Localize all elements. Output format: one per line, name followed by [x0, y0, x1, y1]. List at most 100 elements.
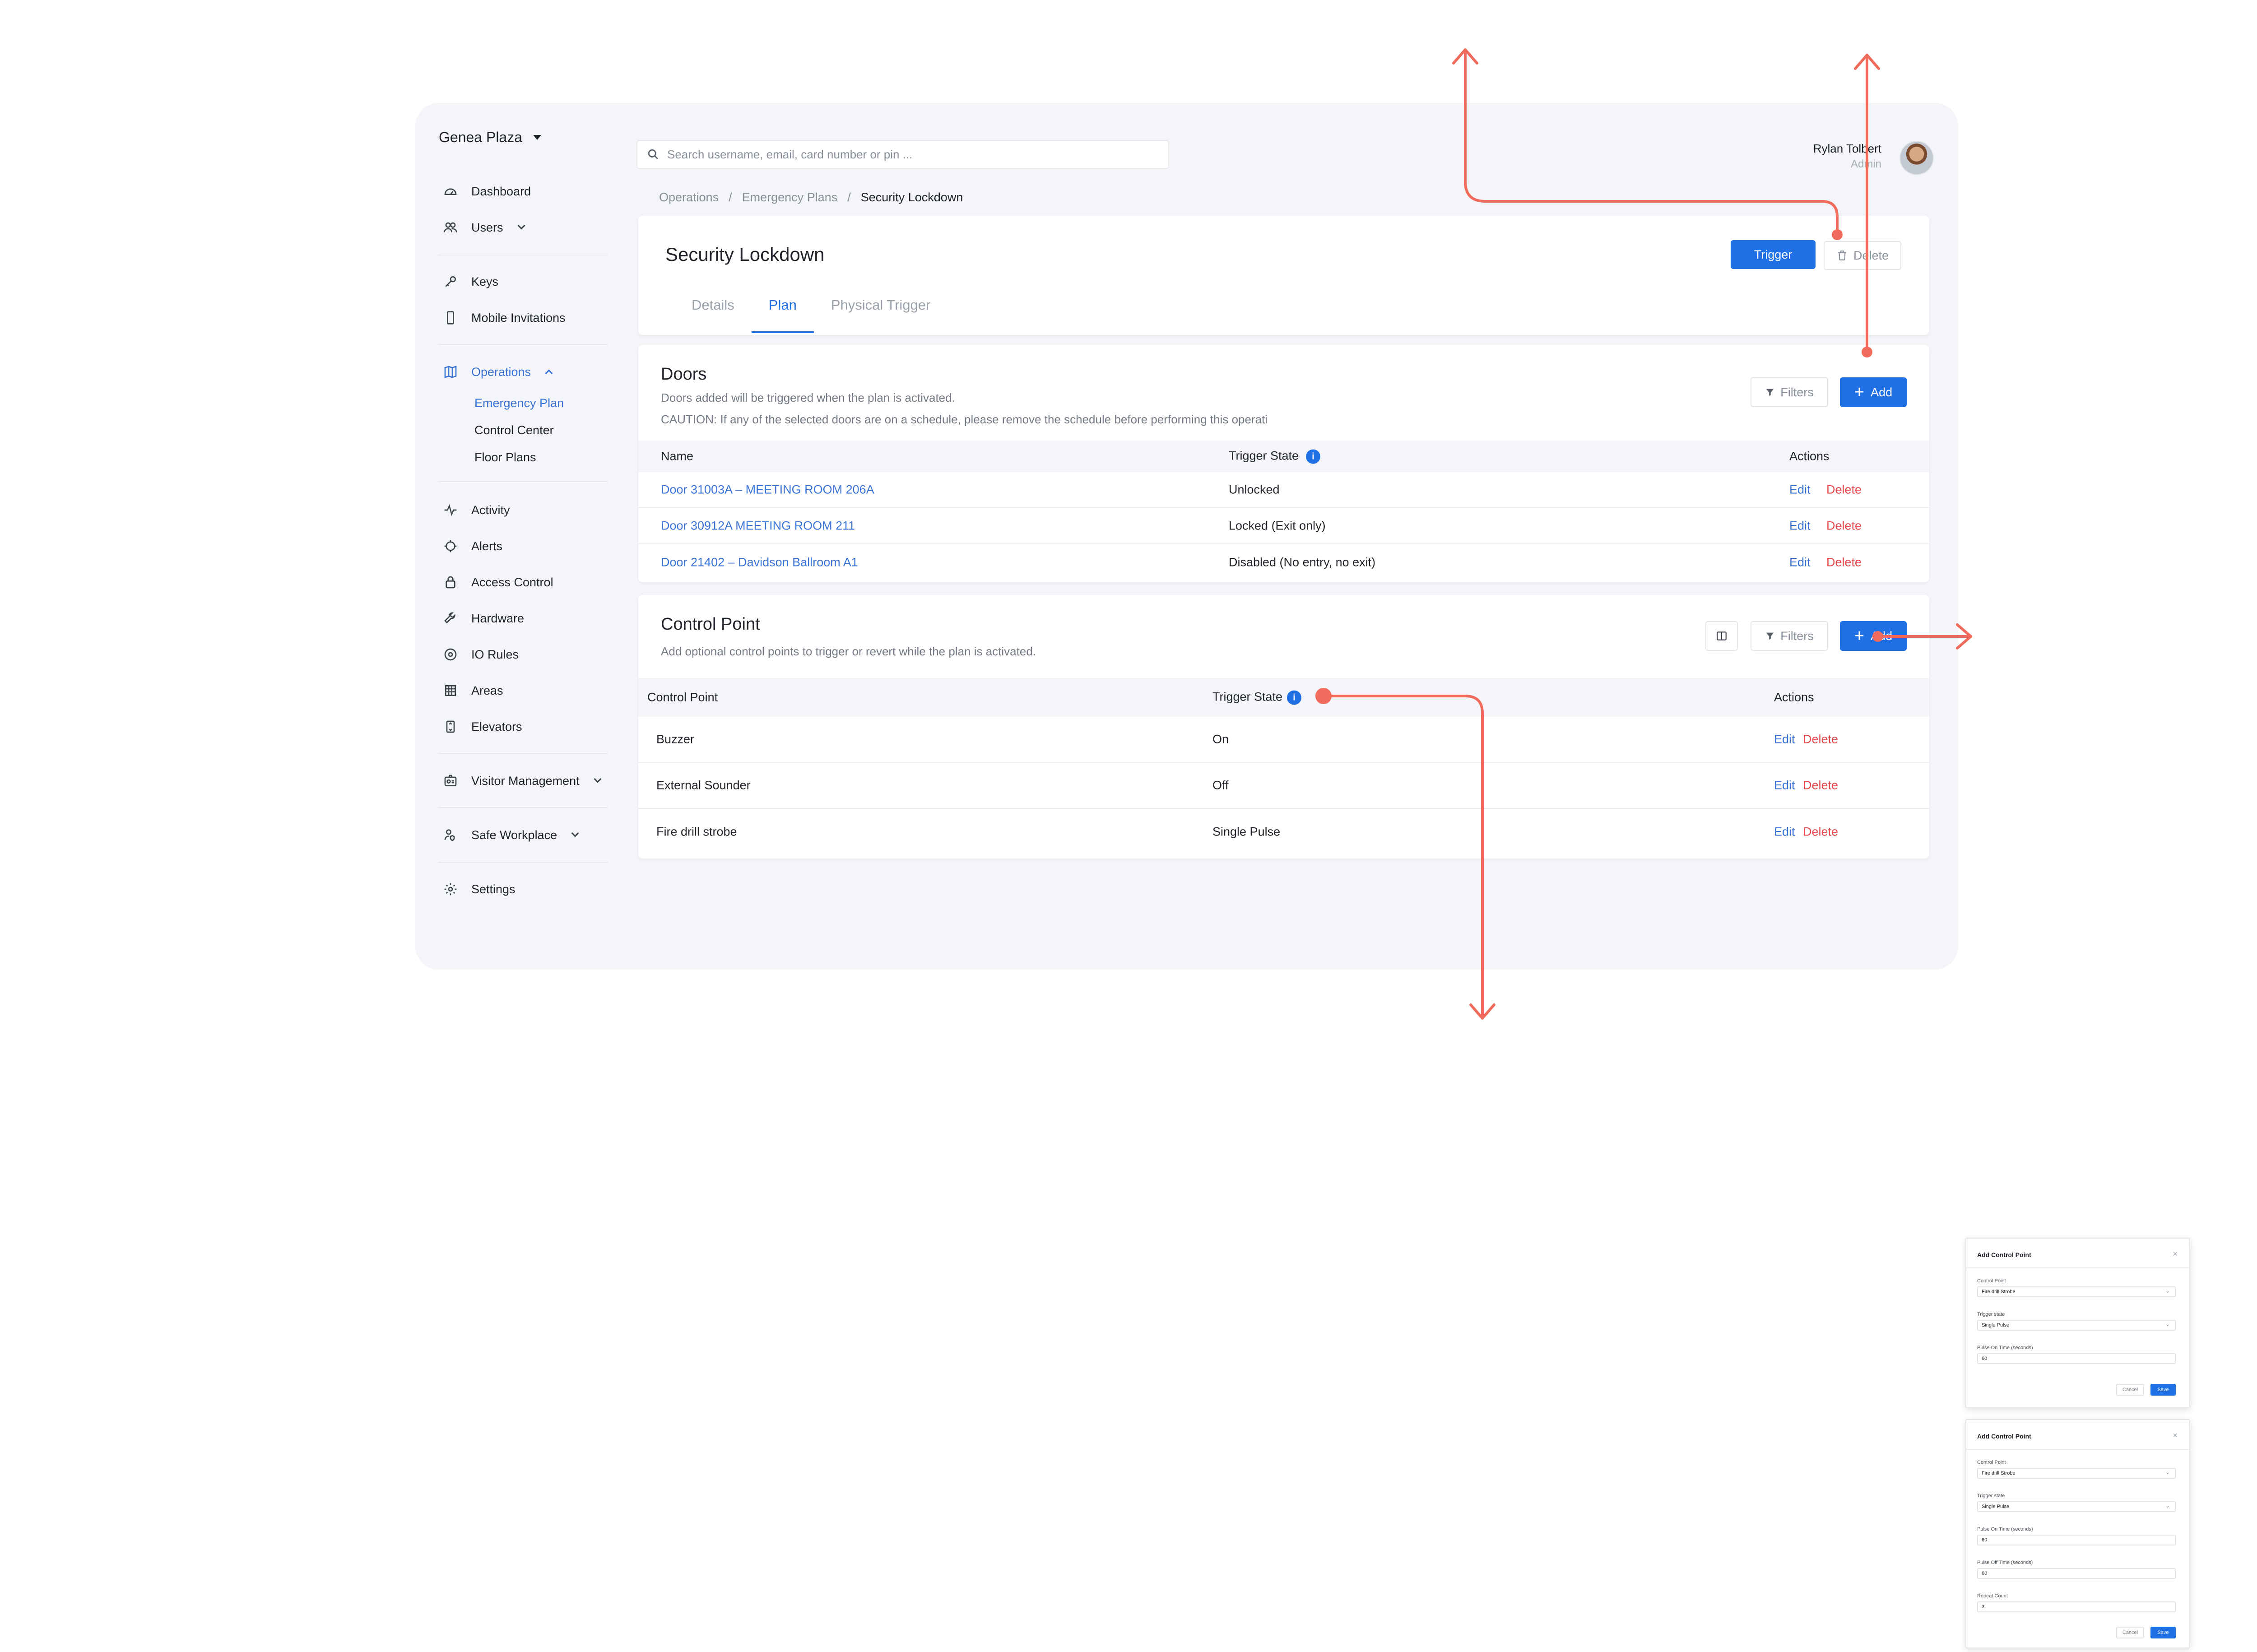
- breadcrumb-current: Security Lockdown: [860, 190, 963, 204]
- delete-plan-button[interactable]: Delete: [1824, 241, 1901, 270]
- edit-link[interactable]: Edit: [1774, 733, 1795, 747]
- nav-emergency-plan[interactable]: Emergency Plan: [474, 396, 564, 410]
- filter-icon: [1766, 389, 1774, 396]
- nav-access-control[interactable]: Access Control: [443, 573, 553, 591]
- nav-areas[interactable]: Areas: [443, 682, 503, 700]
- nav-floor-plans[interactable]: Floor Plans: [474, 450, 536, 464]
- field-label: Pulse Off Time (seconds): [1977, 1560, 2033, 1565]
- nav-safe-workplace[interactable]: Safe Workplace: [443, 826, 579, 844]
- doors-caution: CAUTION: If any of the selected doors ar…: [661, 413, 1268, 426]
- tab-physical-trigger[interactable]: Physical Trigger: [814, 297, 948, 333]
- nav-users[interactable]: Users: [443, 218, 525, 237]
- gauge-icon: [444, 188, 457, 195]
- delete-link[interactable]: Delete: [1826, 519, 1862, 533]
- cancel-button[interactable]: Cancel: [2116, 1384, 2144, 1396]
- users-icon: [444, 222, 457, 232]
- nav-dashboard[interactable]: Dashboard: [443, 182, 531, 200]
- info-icon[interactable]: i: [1306, 449, 1321, 464]
- table-row: Door 30912A MEETING ROOM 211 Locked (Exi…: [638, 508, 1929, 544]
- grid-icon: [445, 685, 456, 696]
- nav-activity[interactable]: Activity: [443, 501, 510, 519]
- edit-link[interactable]: Edit: [1789, 556, 1811, 570]
- control-point-add-button[interactable]: + Add: [1840, 621, 1907, 651]
- pulse-on-input[interactable]: 60: [1977, 1535, 2176, 1545]
- org-switcher[interactable]: Genea Plaza: [439, 129, 542, 146]
- tab-details[interactable]: Details: [674, 297, 752, 333]
- doors-filters-button[interactable]: Filters: [1751, 377, 1828, 407]
- nav-io-rules[interactable]: IO Rules: [443, 645, 519, 664]
- arrowhead-up-icon: [1854, 54, 1880, 70]
- search-input[interactable]: Search username, email, card number or p…: [636, 140, 1169, 169]
- close-icon[interactable]: ×: [2173, 1249, 2178, 1259]
- table-row: Fire drill strobe Single Pulse Edit Dele…: [638, 809, 1929, 855]
- save-button[interactable]: Save: [2150, 1384, 2176, 1396]
- close-icon[interactable]: ×: [2173, 1431, 2178, 1440]
- pulse-on-input[interactable]: 60: [1977, 1353, 2176, 1364]
- nav-settings[interactable]: Settings: [443, 880, 515, 898]
- wrench-icon: [444, 612, 455, 624]
- trigger-button[interactable]: Trigger: [1731, 240, 1816, 269]
- avatar[interactable]: [1899, 141, 1934, 175]
- control-point-select[interactable]: Fire drill Strobe: [1977, 1467, 2176, 1479]
- info-icon[interactable]: i: [1287, 690, 1302, 705]
- cancel-button[interactable]: Cancel: [2116, 1627, 2144, 1638]
- field-label: Pulse On Time (seconds): [1977, 1345, 2033, 1350]
- edit-link[interactable]: Edit: [1774, 825, 1795, 839]
- alert-icon: [444, 540, 457, 552]
- nav-hardware[interactable]: Hardware: [443, 609, 524, 627]
- field-label: Control Point: [1977, 1460, 2006, 1465]
- gear-icon: [444, 883, 457, 896]
- delete-link[interactable]: Delete: [1803, 779, 1838, 793]
- search-placeholder: Search username, email, card number or p…: [667, 147, 913, 161]
- door-name-link[interactable]: Door 30912A MEETING ROOM 211: [661, 519, 855, 533]
- doors-add-button[interactable]: + Add: [1840, 377, 1907, 407]
- modal-divider: [1966, 1267, 2189, 1268]
- control-point-table-header: Control Point Trigger State i Actions: [638, 678, 1929, 717]
- tab-plan[interactable]: Plan: [751, 297, 814, 333]
- control-point-title: Control Point: [661, 615, 760, 634]
- doors-description: Doors added will be triggered when the p…: [661, 391, 955, 404]
- nav-mobile-invitations[interactable]: Mobile Invitations: [443, 309, 566, 327]
- nav-elevators[interactable]: Elevators: [443, 718, 522, 736]
- io-rules-icon: [444, 648, 457, 661]
- door-name-link[interactable]: Door 21402 – Davidson Ballroom A1: [661, 556, 858, 570]
- repeat-count-input[interactable]: 3: [1977, 1601, 2176, 1612]
- map-icon: [444, 366, 457, 378]
- save-button[interactable]: Save: [2150, 1627, 2176, 1638]
- table-row: External Sounder Off Edit Delete: [638, 763, 1929, 809]
- control-point-trigger-state: Off: [1212, 778, 1229, 792]
- delete-link[interactable]: Delete: [1803, 733, 1838, 747]
- nav-control-center[interactable]: Control Center: [474, 423, 554, 437]
- doors-title: Doors: [661, 365, 707, 384]
- door-trigger-state: Locked (Exit only): [1229, 519, 1326, 533]
- pulse-off-input[interactable]: 60: [1977, 1568, 2176, 1579]
- field-label: Trigger state: [1977, 1493, 2005, 1499]
- chevron-up-icon: [545, 369, 553, 377]
- columns-toggle-button[interactable]: [1705, 621, 1738, 651]
- nav-keys[interactable]: Keys: [443, 273, 498, 291]
- delete-link[interactable]: Delete: [1826, 556, 1862, 570]
- breadcrumb-operations[interactable]: Operations: [659, 190, 719, 204]
- edit-link[interactable]: Edit: [1774, 779, 1795, 793]
- delete-link[interactable]: Delete: [1826, 483, 1862, 497]
- nav-visitor-management[interactable]: Visitor Management: [443, 772, 602, 790]
- user-role: Admin: [1850, 158, 1881, 170]
- control-point-select[interactable]: Fire drill Strobe: [1977, 1286, 2176, 1297]
- key-icon: [445, 276, 456, 287]
- trigger-state-select[interactable]: Single Pulse: [1977, 1319, 2176, 1331]
- door-name-link[interactable]: Door 31003A – MEETING ROOM 206A: [661, 483, 874, 497]
- control-point-name: Buzzer: [656, 732, 695, 746]
- edit-link[interactable]: Edit: [1789, 519, 1811, 533]
- delete-link[interactable]: Delete: [1803, 825, 1838, 839]
- trigger-state-select[interactable]: Single Pulse: [1977, 1501, 2176, 1512]
- field-label: Control Point: [1977, 1278, 2006, 1284]
- edit-link[interactable]: Edit: [1789, 483, 1811, 497]
- modal-title: Add Control Point: [1977, 1433, 2031, 1440]
- table-row: Buzzer On Edit Delete: [638, 717, 1929, 763]
- breadcrumb-emergency-plans[interactable]: Emergency Plans: [742, 190, 838, 204]
- app-window: Genea Plaza Dashboard Users Keys Mobile …: [415, 103, 1958, 970]
- control-point-filters-button[interactable]: Filters: [1751, 621, 1828, 651]
- control-point-trigger-state: On: [1212, 732, 1229, 746]
- nav-alerts[interactable]: Alerts: [443, 537, 502, 555]
- nav-operations[interactable]: Operations: [443, 363, 553, 381]
